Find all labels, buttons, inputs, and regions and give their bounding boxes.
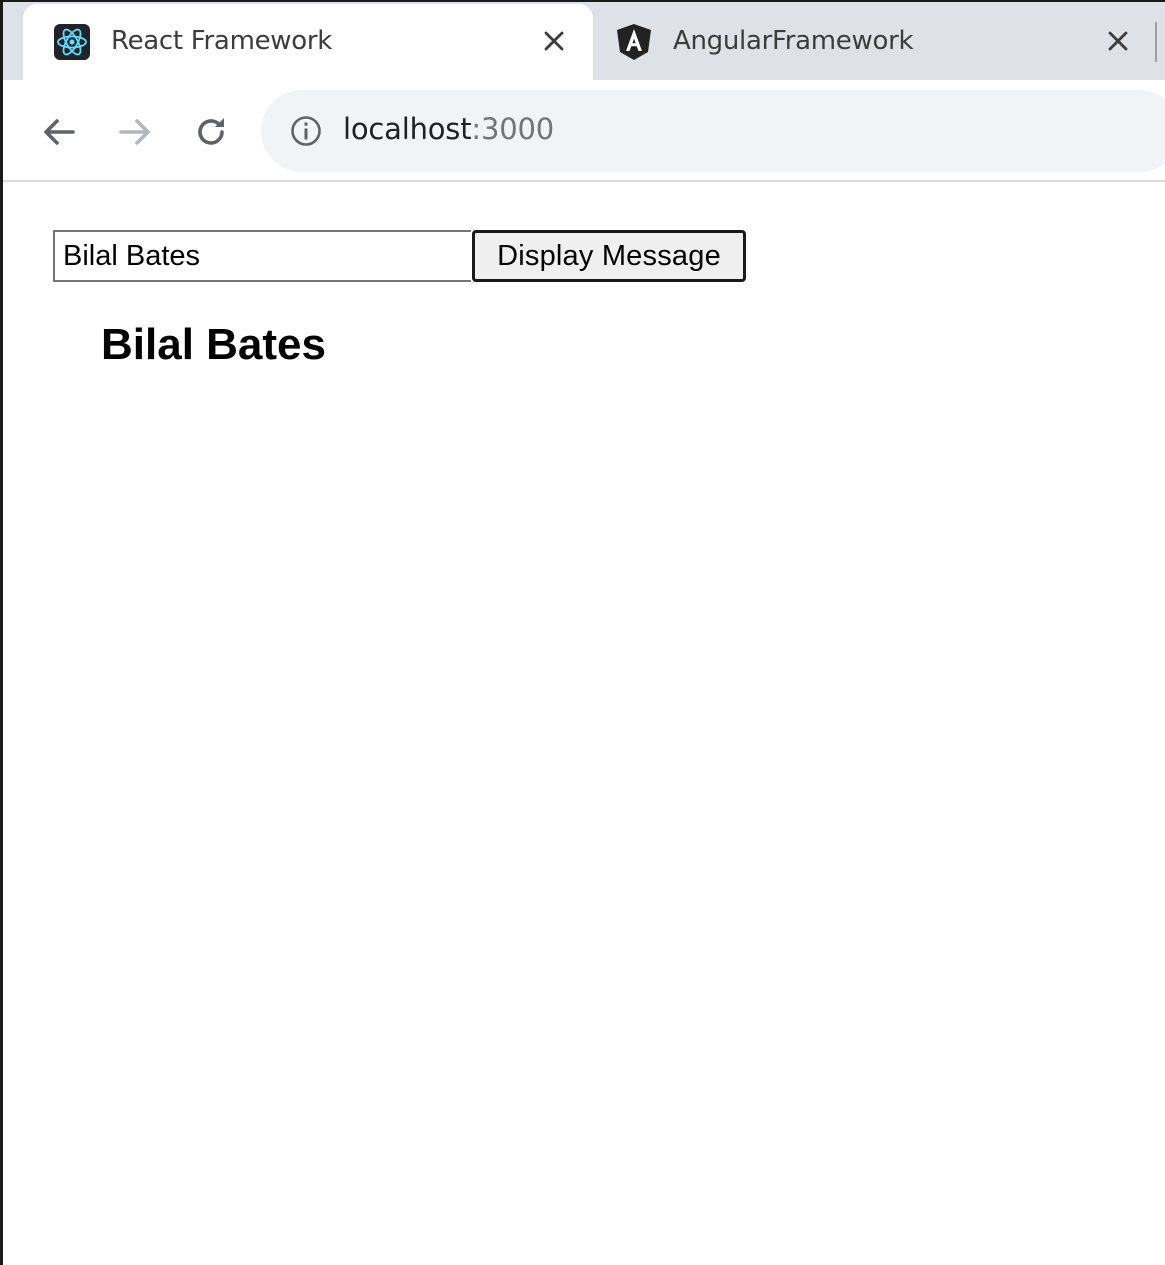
name-input[interactable] xyxy=(53,230,471,282)
address-bar[interactable]: localhost:3000 xyxy=(261,90,1165,172)
tab-react-framework[interactable]: React Framework xyxy=(23,4,593,80)
react-logo-icon xyxy=(53,23,91,61)
info-icon[interactable] xyxy=(287,112,325,150)
url-port: :3000 xyxy=(471,112,554,146)
arrow-left-icon[interactable] xyxy=(37,110,81,154)
angular-logo-icon xyxy=(615,23,653,61)
tab-title: AngularFramework xyxy=(673,26,914,56)
display-message-button[interactable]: Display Message xyxy=(472,230,746,282)
browser-toolbar: localhost:3000 xyxy=(3,80,1165,182)
close-icon[interactable] xyxy=(1101,24,1135,58)
message-heading: Bilal Bates xyxy=(101,320,326,369)
tab-separator xyxy=(1155,22,1157,62)
tab-title: React Framework xyxy=(111,26,333,56)
tab-strip: React Framework AngularFramework xyxy=(3,2,1165,80)
arrow-right-icon[interactable] xyxy=(113,110,157,154)
browser-window: React Framework AngularFramework localho… xyxy=(0,0,1165,1265)
page-content: Display Message Bilal Bates xyxy=(3,182,1165,1265)
url-host: localhost xyxy=(343,112,472,146)
close-icon[interactable] xyxy=(537,24,571,58)
url-text[interactable]: localhost:3000 xyxy=(343,112,554,146)
reload-icon[interactable] xyxy=(189,110,233,154)
tab-angular-framework[interactable]: AngularFramework xyxy=(595,4,1155,80)
